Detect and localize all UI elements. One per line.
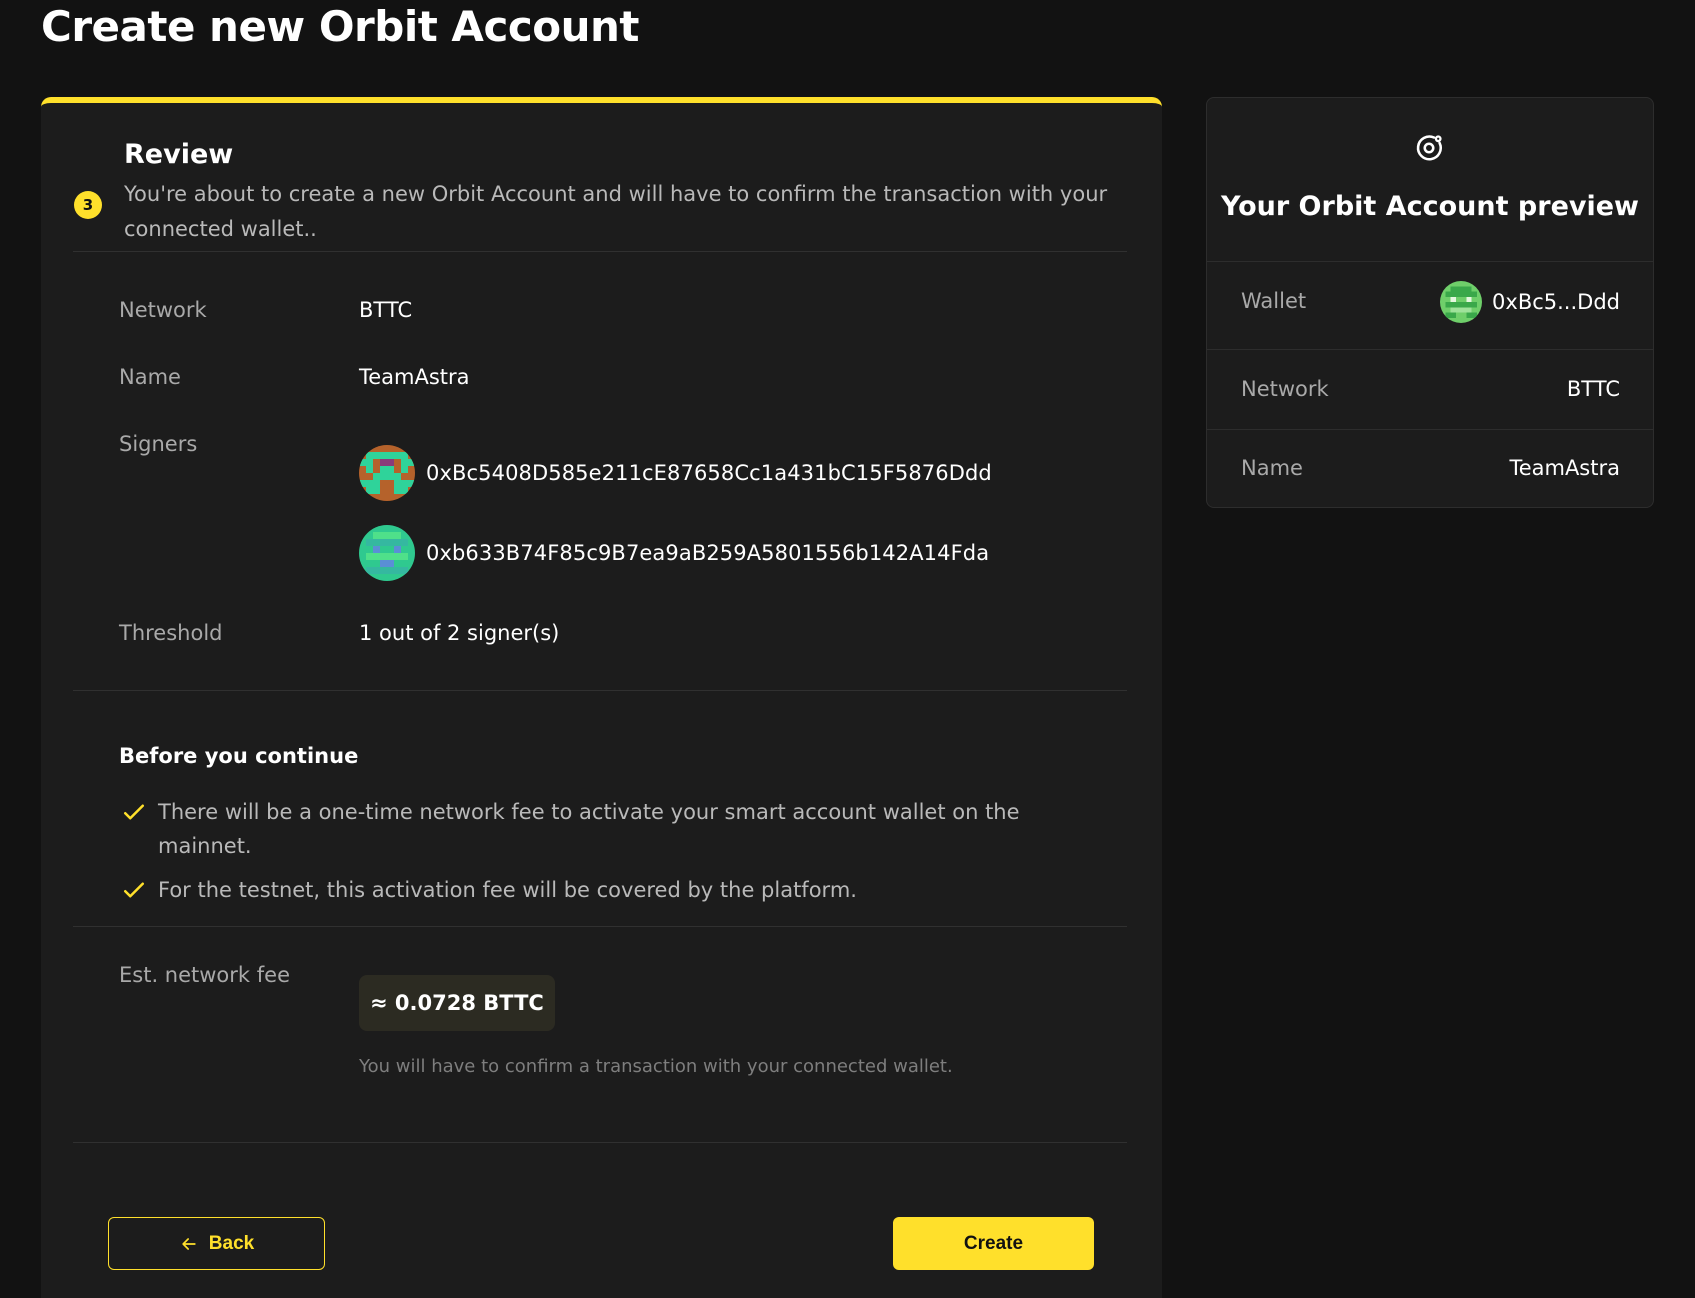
divider [73, 251, 1127, 252]
threshold-label: Threshold [119, 621, 223, 645]
preview-name-value: TeamAstra [1509, 456, 1620, 480]
divider [73, 926, 1127, 927]
preview-wallet-address: 0xBc5...Ddd [1492, 290, 1620, 314]
step-header: 3 Review You're about to create a new Or… [41, 103, 1162, 271]
back-button[interactable]: Back [108, 1217, 325, 1270]
signer-row: 0xb633B74F85c9B7ea9aB259A5801556b142A14F… [359, 525, 989, 581]
preview-title: Your Orbit Account preview [1221, 191, 1639, 222]
threshold-value: 1 out of 2 signer(s) [359, 621, 560, 645]
wallet-avatar [1440, 281, 1483, 323]
notice-item-text: For the testnet, this activation fee wil… [158, 878, 857, 902]
preview-name-label: Name [1241, 456, 1303, 480]
signers-label: Signers [119, 432, 198, 456]
preview-network-value: BTTC [1566, 377, 1620, 401]
name-value: TeamAstra [359, 365, 470, 389]
name-label: Name [119, 365, 181, 389]
notice-item: There will be a one-time network fee to … [119, 795, 1079, 863]
notice-title: Before you continue [119, 744, 359, 768]
fee-label: Est. network fee [119, 963, 290, 987]
divider [1207, 349, 1653, 350]
signer-row: 0xBc5408D585e211cE87658Cc1a431bC15F5876D… [359, 445, 992, 501]
step-title: Review [124, 139, 234, 170]
divider [73, 690, 1127, 691]
divider [73, 1142, 1127, 1143]
signer-address: 0xb633B74F85c9B7ea9aB259A5801556b142A14F… [426, 541, 990, 565]
divider [1207, 261, 1653, 262]
arrow-left-icon [182, 1237, 196, 1250]
notice-item: For the testnet, this activation fee wil… [119, 873, 1079, 907]
page-title: Create new Orbit Account [41, 2, 639, 51]
notice-item-text: There will be a one-time network fee to … [158, 800, 1020, 858]
step-number-badge: 3 [74, 191, 102, 219]
check-icon [124, 804, 144, 820]
network-label: Network [119, 298, 207, 322]
orbit-icon [1416, 135, 1442, 161]
signer-avatar [359, 525, 415, 581]
network-value: BTTC [359, 298, 413, 322]
fee-value-badge: ≈ 0.0728 BTTC [359, 975, 555, 1031]
create-button-label: Create [963, 1232, 1024, 1254]
back-button-label: Back [208, 1232, 255, 1254]
account-preview-card: Your Orbit Account preview Wallet 0xBc5.… [1206, 97, 1654, 508]
review-card: 3 Review You're about to create a new Or… [41, 97, 1162, 1298]
preview-wallet-label: Wallet [1241, 289, 1307, 313]
preview-network-label: Network [1241, 377, 1329, 401]
create-button[interactable]: Create [893, 1217, 1094, 1270]
check-icon [124, 882, 144, 898]
preview-wallet-value: 0xBc5...Ddd [1440, 281, 1620, 323]
signer-address: 0xBc5408D585e211cE87658Cc1a431bC15F5876D… [426, 461, 992, 485]
fee-note: You will have to confirm a transaction w… [359, 1056, 953, 1077]
signer-avatar [359, 445, 415, 501]
divider [1207, 429, 1653, 430]
step-description: You're about to create a new Orbit Accou… [124, 182, 1108, 241]
